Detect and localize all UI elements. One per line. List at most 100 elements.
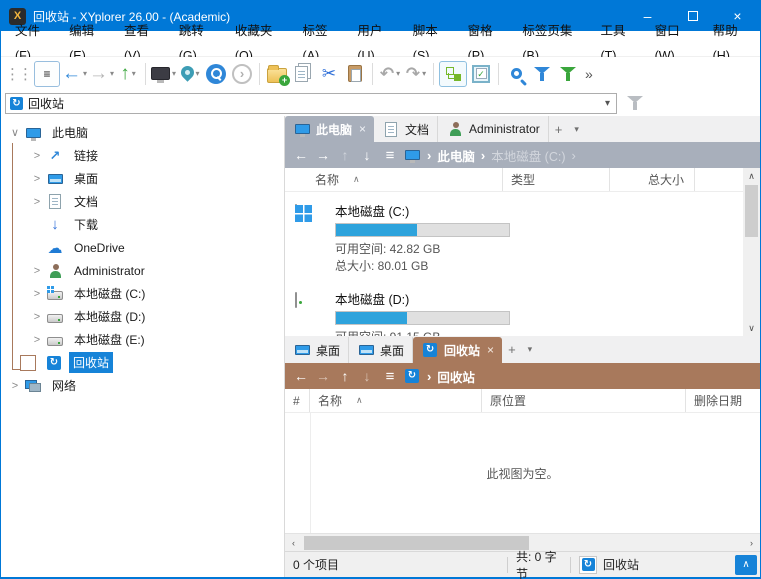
toolbar-grip-icon[interactable]: ⋮⋮ <box>5 65 31 83</box>
tree-item-administrator[interactable]: > Administrator <box>1 259 284 282</box>
cut-icon: ✂ <box>322 64 336 84</box>
back-button[interactable]: ←▾ <box>62 61 87 87</box>
tree-item-onedrive[interactable]: ☁ OneDrive <box>1 236 284 259</box>
undo-button[interactable]: ↶▾ <box>378 61 402 87</box>
toggle-checkboxes-button[interactable]: ✓ <box>469 61 493 87</box>
back-dropdown-icon[interactable]: ▾ <box>83 69 87 78</box>
main-menu-button[interactable]: ≡ <box>34 61 60 87</box>
tab-documents[interactable]: 文档 <box>374 116 438 142</box>
crumb-menu-icon[interactable]: ≡ <box>379 147 401 164</box>
computer-dropdown-icon[interactable]: ▾ <box>172 69 176 78</box>
expand-icon[interactable]: > <box>28 150 46 162</box>
breadcrumb-this-pc[interactable]: 此电脑 <box>437 146 475 165</box>
filter-button[interactable] <box>530 61 554 87</box>
expand-icon[interactable]: > <box>28 334 46 346</box>
crumb-menu-icon[interactable]: ≡ <box>379 368 401 385</box>
expand-icon[interactable]: > <box>28 288 46 300</box>
crumb-down-icon[interactable]: ↓ <box>357 368 377 384</box>
crumb-back-icon[interactable]: ← <box>291 368 311 384</box>
breadcrumb-recycle-bin[interactable]: 回收站 <box>437 367 475 386</box>
column-header-total-size[interactable]: 总大小 <box>610 168 695 191</box>
copy-button[interactable] <box>291 61 315 87</box>
column-header-delete-date[interactable]: 删除日期 <box>686 389 760 412</box>
new-folder-button[interactable]: + <box>265 61 289 87</box>
column-header-type[interactable]: 类型 <box>503 168 610 191</box>
tree-item-drive-d[interactable]: > 本地磁盘 (D:) <box>1 305 284 328</box>
expand-icon[interactable]: > <box>28 196 46 208</box>
up-button[interactable]: ↑▾ <box>116 61 140 87</box>
up-dropdown-icon[interactable]: ▾ <box>132 69 136 78</box>
tab-administrator[interactable]: Administrator <box>438 116 549 142</box>
scrollbar-thumb[interactable] <box>745 185 758 237</box>
statusbar-expand-button[interactable]: ∧ <box>735 555 757 575</box>
quick-search-button[interactable] <box>204 61 228 87</box>
tree-item-desktop[interactable]: > 桌面 <box>1 167 284 190</box>
tree-item-drive-e[interactable]: > 本地磁盘 (E:) <box>1 328 284 351</box>
column-header-index[interactable]: # <box>285 389 310 412</box>
expand-icon[interactable]: > <box>28 265 46 277</box>
scrollbar-thumb[interactable] <box>304 536 529 550</box>
expand-icon[interactable]: > <box>6 380 24 392</box>
crumb-forward-icon[interactable]: → <box>313 147 333 163</box>
visual-filter-button[interactable] <box>556 61 580 87</box>
expand-icon[interactable]: > <box>28 173 46 185</box>
column-header-name[interactable]: 名称∧ <box>285 168 503 191</box>
column-header-original-location[interactable]: 原位置 <box>482 389 686 412</box>
crumb-back-icon[interactable]: ← <box>291 147 311 163</box>
tab-desktop-2[interactable]: 桌面 <box>349 337 413 363</box>
breadcrumb-drive-c[interactable]: 本地磁盘 (C:) <box>491 146 565 165</box>
expand-icon[interactable]: > <box>28 311 46 323</box>
go-button[interactable]: › <box>230 61 254 87</box>
paste-button[interactable] <box>343 61 367 87</box>
disk-usage-fill <box>336 224 417 236</box>
address-filter-icon[interactable] <box>627 95 643 111</box>
redo-button[interactable]: ↷▾ <box>404 61 428 87</box>
column-header-name[interactable]: 名称∧ <box>310 389 482 412</box>
tab-list-dropdown-icon[interactable]: ▾ <box>568 124 585 135</box>
tree-item-network[interactable]: > 网络 <box>1 374 284 397</box>
new-tab-button[interactable]: + <box>502 342 522 357</box>
scroll-left-icon[interactable]: ‹ <box>285 535 302 551</box>
crumb-down-icon[interactable]: ↓ <box>357 147 377 163</box>
tab-this-pc[interactable]: 此电脑 × <box>285 116 374 142</box>
tree-item-this-pc[interactable]: ∨ 此电脑 <box>1 121 284 144</box>
toggle-tree-button[interactable] <box>439 61 467 87</box>
list-item-drive-c[interactable]: 本地磁盘 (C:) 可用空间: 42.82 GB 总大小: 80.01 GB <box>285 192 760 275</box>
location-dropdown-icon[interactable]: ▾ <box>196 69 200 78</box>
address-dropdown-icon[interactable]: ▾ <box>603 98 612 109</box>
tree-item-documents[interactable]: > 文档 <box>1 190 284 213</box>
bottom-file-list[interactable]: 此视图为空。 <box>285 413 760 533</box>
tree-item-label: 桌面 <box>70 168 102 189</box>
tree-item-label-selected: 回收站 <box>69 352 113 373</box>
tab-recycle-bin[interactable]: ↻ 回收站 × <box>413 337 502 363</box>
close-icon[interactable]: × <box>487 343 494 357</box>
list-item-drive-d[interactable]: 本地磁盘 (D:) 可用空间: 91.15 GB <box>285 275 760 336</box>
scroll-right-icon[interactable]: › <box>743 535 760 551</box>
forward-dropdown-icon[interactable]: ▾ <box>110 69 114 78</box>
tab-list-dropdown-icon[interactable]: ▾ <box>522 344 539 355</box>
tab-desktop-1[interactable]: 桌面 <box>285 337 349 363</box>
tree-checkbox[interactable] <box>20 355 36 371</box>
crumb-forward-icon[interactable]: → <box>313 368 333 384</box>
scroll-up-icon[interactable]: ∧ <box>743 168 760 184</box>
tree-item-downloads[interactable]: ↓ 下载 <box>1 213 284 236</box>
tree-item-links[interactable]: > ↗ 链接 <box>1 144 284 167</box>
crumb-up-icon[interactable]: ↑ <box>335 368 355 384</box>
top-vertical-scrollbar[interactable]: ∧ ∨ <box>743 168 760 336</box>
find-files-button[interactable] <box>504 61 528 87</box>
this-pc-button[interactable]: ▾ <box>151 61 176 87</box>
toolbar-overflow-icon[interactable]: » <box>585 66 593 82</box>
address-input[interactable]: ↻ 回收站 ▾ <box>5 93 617 114</box>
scroll-down-icon[interactable]: ∨ <box>743 320 760 336</box>
cut-button[interactable]: ✂ <box>317 61 341 87</box>
location-button[interactable]: ▾ <box>178 61 202 87</box>
close-icon[interactable]: × <box>359 122 366 136</box>
redo-dropdown-icon[interactable]: ▾ <box>422 69 426 78</box>
new-tab-button[interactable]: + <box>549 122 569 137</box>
tree-item-recycle-bin[interactable]: ↻ 回收站 <box>1 351 284 374</box>
crumb-up-icon[interactable]: ↑ <box>335 147 355 163</box>
forward-button[interactable]: →▾ <box>89 61 114 87</box>
collapse-icon[interactable]: ∨ <box>6 126 24 139</box>
tree-item-drive-c[interactable]: > 本地磁盘 (C:) <box>1 282 284 305</box>
undo-dropdown-icon[interactable]: ▾ <box>396 69 400 78</box>
